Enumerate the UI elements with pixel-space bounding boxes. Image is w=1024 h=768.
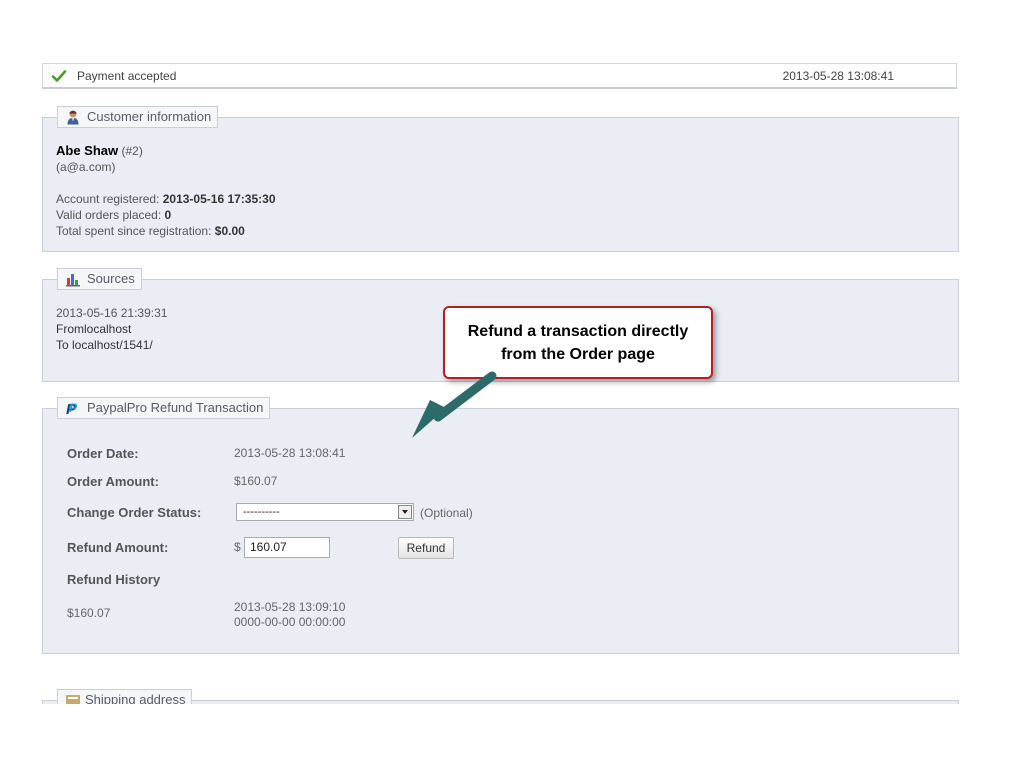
account-registered-value: 2013-05-16 17:35:30 [162, 192, 276, 206]
check-icon [51, 70, 67, 82]
paypal-refund-title: PaypalPro Refund Transaction [87, 400, 264, 415]
total-spent-label: Total spent since registration: [56, 224, 212, 238]
order-status-selected: ---------- [243, 506, 280, 518]
status-date: 2013-05-28 13:08:41 [782, 69, 894, 83]
chevron-down-icon[interactable] [398, 505, 412, 519]
refund-button[interactable]: Refund [398, 537, 454, 559]
account-registered: Account registered: 2013-05-16 17:35:30 [56, 192, 276, 206]
total-spent-value: $0.00 [214, 224, 245, 238]
sources-legend: Sources [57, 268, 142, 290]
customer-info-panel: Customer information Abe Shaw (#2) (a@a.… [42, 106, 959, 252]
history-amount: $160.07 [67, 606, 111, 620]
account-registered-label: Account registered: [56, 192, 160, 206]
source-from: Fromlocalhost [56, 322, 132, 336]
customer-info-title: Customer information [87, 109, 212, 124]
status-optional-hint: (Optional) [420, 506, 473, 520]
order-status-bar: Payment accepted 2013-05-28 13:08:41 [42, 63, 957, 89]
paypal-refund-legend: P P PaypalPro Refund Transaction [57, 397, 271, 419]
callout-line-2: from the Order page [501, 346, 655, 363]
svg-text:P: P [69, 401, 78, 415]
user-icon [67, 110, 79, 125]
customer-id: (#2) [121, 144, 143, 158]
valid-orders: Valid orders placed: 0 [56, 208, 171, 222]
customer-email: (a@a.com) [56, 160, 116, 174]
currency-symbol: $ [234, 540, 241, 554]
refund-amount-label: Refund Amount: [67, 540, 169, 555]
valid-orders-value: 0 [164, 208, 172, 222]
callout-arrow-icon [412, 371, 497, 438]
order-amount-label: Order Amount: [67, 474, 159, 489]
refund-amount-input[interactable]: 160.07 [244, 537, 330, 558]
paypal-icon: P P [66, 401, 78, 416]
valid-orders-label: Valid orders placed: [56, 208, 162, 222]
change-status-label: Change Order Status: [67, 505, 202, 520]
order-status-select[interactable]: ---------- [236, 503, 414, 521]
sources-title: Sources [87, 271, 135, 286]
source-date: 2013-05-16 21:39:31 [56, 306, 168, 320]
annotation-callout: Refund a transaction directly from the O… [443, 306, 713, 379]
customer-name-line: Abe Shaw (#2) [56, 143, 143, 158]
order-amount-value: $160.07 [234, 474, 278, 488]
total-spent: Total spent since registration: $0.00 [56, 224, 245, 238]
status-label: Payment accepted [77, 69, 177, 83]
callout-line-1: Refund a transaction directly [467, 323, 689, 340]
customer-info-legend: Customer information [57, 106, 219, 128]
bar-chart-icon [66, 274, 80, 287]
paypal-refund-panel: P P PaypalPro Refund Transaction Order D… [42, 397, 959, 654]
history-date-2: 0000-00-00 00:00:00 [234, 615, 346, 629]
page-bottom-whitespace [0, 704, 1024, 768]
customer-name: Abe Shaw [56, 143, 119, 158]
refund-history-label: Refund History [67, 572, 161, 587]
order-date-value: 2013-05-28 13:08:41 [234, 446, 346, 460]
source-to: To localhost/1541/ [56, 338, 153, 352]
history-date-1: 2013-05-28 13:09:10 [234, 600, 346, 614]
order-date-label: Order Date: [67, 446, 139, 461]
